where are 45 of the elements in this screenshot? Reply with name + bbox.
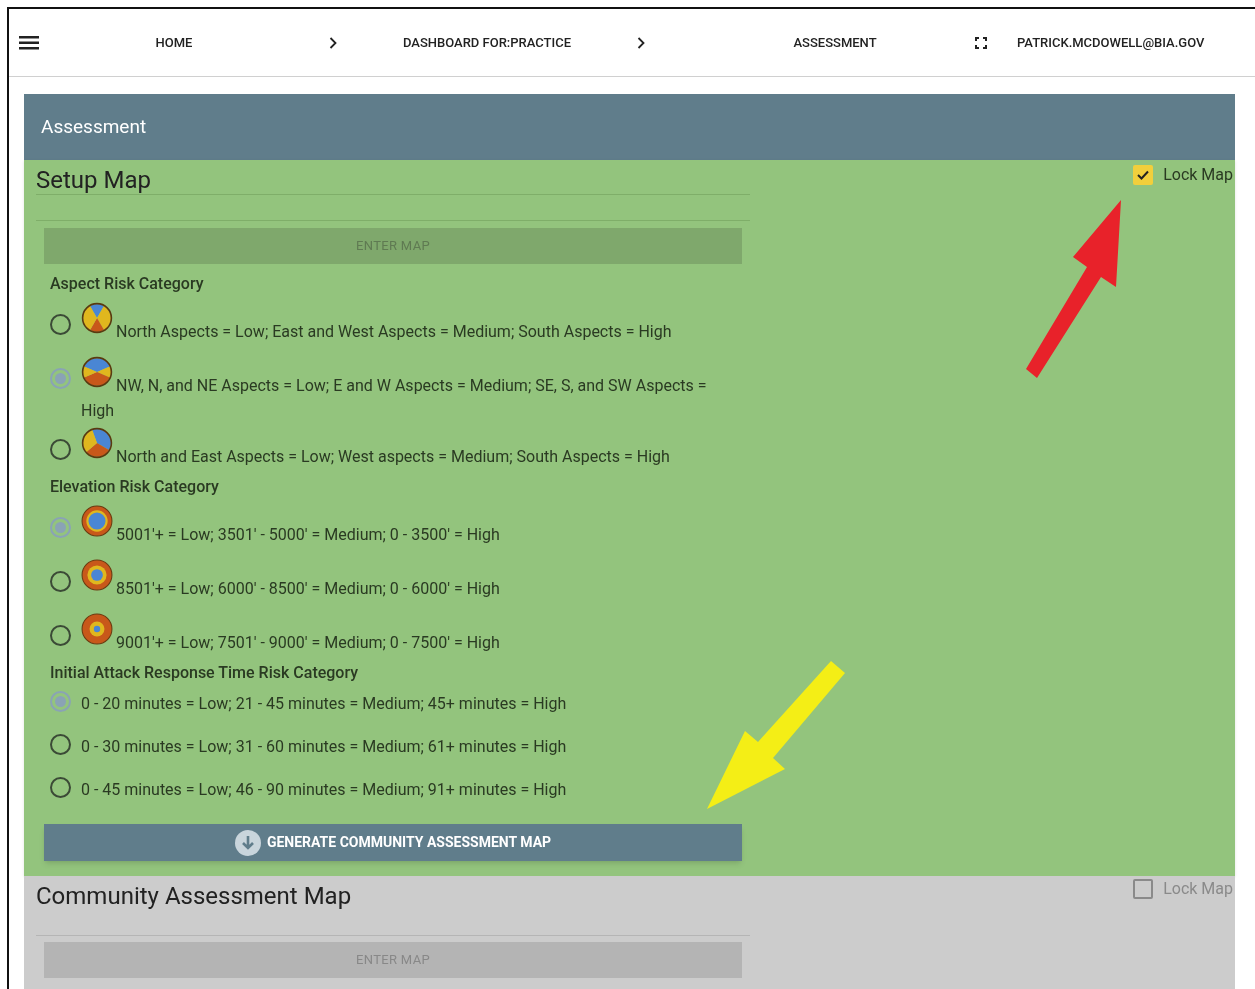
radio-button[interactable] <box>50 571 71 592</box>
checkbox[interactable] <box>1133 879 1154 899</box>
generate-map-button[interactable]: GENERATE COMMUNITY ASSESSMENT MAP <box>44 824 742 861</box>
option-label: 9001'+ = Low; 7501' - 9000' = Medium; 0 - 7500' = High <box>116 633 500 652</box>
ring-icon <box>81 559 113 591</box>
checkbox[interactable] <box>1133 165 1154 185</box>
checkmark-icon <box>1136 168 1151 182</box>
breadcrumb-link[interactable]: ASSESSMENT <box>685 32 985 53</box>
breadcrumb-link[interactable]: DASHBOARD FOR:PRACTICE <box>377 32 597 53</box>
section-title: Community Assessment Map <box>36 882 352 910</box>
radio-button[interactable] <box>50 368 71 389</box>
radio-button[interactable] <box>50 314 71 335</box>
option-label: North Aspects = Low; East and West Aspects = Medium; South Aspects = High <box>116 322 672 341</box>
radio-button[interactable] <box>50 625 71 646</box>
chevron-icon <box>637 36 645 49</box>
option-label: 5001'+ = Low; 3501' - 5000' = Medium; 0 - 3500' = High <box>116 525 500 544</box>
checkbox-label: Lock Map <box>1163 164 1233 186</box>
ring-icon <box>81 505 113 537</box>
fullscreen-icon[interactable] <box>975 36 987 49</box>
download-icon <box>234 829 261 856</box>
group-title: Elevation Risk Category <box>50 476 220 498</box>
pie-icon <box>81 356 113 388</box>
breadcrumb-link[interactable]: HOME <box>39 32 289 53</box>
option-label: 8501'+ = Low; 6000' - 8500' = Medium; 0 - 6000' = High <box>116 579 500 598</box>
option-label: NW, N, and NE Aspects = Low; E and W Aspects = Medium; SE, S, and SW Aspects = High <box>81 376 707 420</box>
radio-button[interactable] <box>50 734 71 755</box>
user-email[interactable]: PATRICK.MCDOWELL@BIA.GOV <box>1017 32 1205 53</box>
radio-button[interactable] <box>50 517 71 538</box>
radio-button[interactable] <box>50 439 71 460</box>
group-title: Initial Attack Response Time Risk Category <box>50 662 360 684</box>
radio-button[interactable] <box>50 777 71 798</box>
group-title: Aspect Risk Category <box>50 273 205 295</box>
option-label: 0 - 20 minutes = Low; 21 - 45 minutes = Medium; 45+ minutes = High <box>81 694 567 713</box>
section-title: Setup Map <box>36 166 151 194</box>
page-title: Assessment <box>41 113 147 140</box>
checkbox-label: Lock Map <box>1163 878 1233 900</box>
radio-button[interactable] <box>50 691 71 712</box>
pie-icon <box>81 427 113 459</box>
option-label: 0 - 45 minutes = Low; 46 - 90 minutes = Medium; 91+ minutes = High <box>81 780 567 799</box>
chevron-icon <box>329 36 337 49</box>
ring-icon <box>81 613 113 645</box>
option-label: North and East Aspects = Low; West aspects = Medium; South Aspects = High <box>116 447 670 466</box>
pie-icon <box>81 302 113 334</box>
menu-icon[interactable] <box>19 35 39 50</box>
option-label: 0 - 30 minutes = Low; 31 - 60 minutes = Medium; 61+ minutes = High <box>81 737 567 756</box>
